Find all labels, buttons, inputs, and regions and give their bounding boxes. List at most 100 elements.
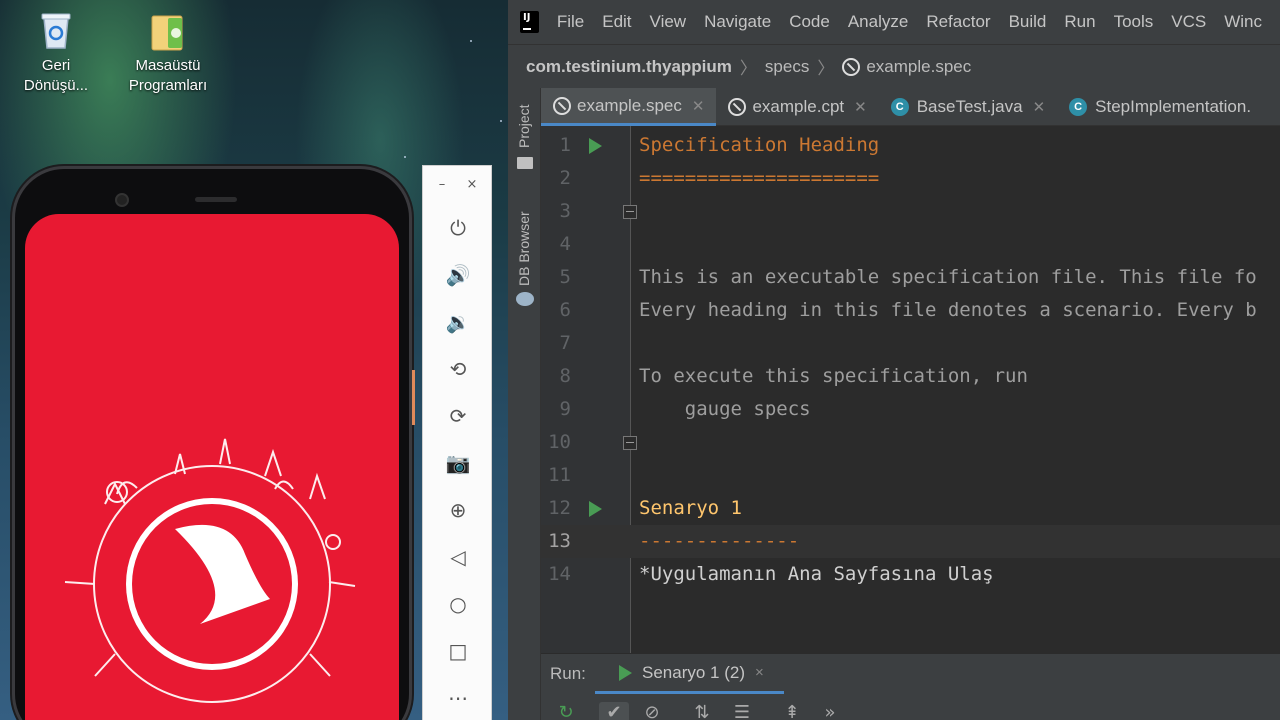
zoom-button[interactable]: ⊕ (423, 486, 493, 533)
tab-example-spec[interactable]: example.spec ✕ (541, 88, 717, 126)
desktop-icon-programs-folder[interactable]: Masaüstü Programları (120, 8, 216, 96)
run-icon (619, 664, 632, 681)
close-icon[interactable]: ✕ (1033, 98, 1046, 116)
rotate-right-icon: ⟳ (449, 403, 467, 428)
fold-icon[interactable] (623, 436, 637, 450)
menu-analyze[interactable]: Analyze (848, 12, 908, 32)
menu-run[interactable]: Run (1064, 12, 1095, 32)
fold-icon[interactable] (623, 205, 637, 219)
code-line[interactable]: 4 (541, 228, 1280, 261)
code-line[interactable]: 2 ===================== (541, 162, 1280, 195)
tab-label: example.spec (577, 95, 682, 115)
back-icon: ◁ (450, 544, 466, 569)
code-line[interactable]: 11 (541, 459, 1280, 492)
tool-window-strip: Project DB Browser (508, 88, 541, 720)
project-tool-button[interactable]: Project (516, 104, 532, 148)
db-browser-tool-button[interactable]: DB Browser (516, 211, 532, 286)
menu-window[interactable]: Winc (1224, 12, 1262, 32)
home-button[interactable]: ○ (423, 580, 493, 627)
code-text: Every heading in this file denotes a sce… (639, 299, 1257, 321)
folder-icon (146, 8, 190, 52)
rotate-left-button[interactable]: ⟲ (423, 345, 493, 392)
code-line[interactable]: 1 Specification Heading (541, 129, 1280, 162)
line-number: 8 (559, 365, 571, 387)
code-line[interactable]: 6 Every heading in this file denotes a sc… (541, 294, 1280, 327)
collapse-all-icon[interactable]: ⇞ (777, 702, 807, 720)
close-button[interactable]: × (465, 177, 479, 192)
more-tools-icon[interactable]: » (815, 702, 845, 720)
app-splash-screen[interactable] (25, 214, 399, 720)
breadcrumb-folder[interactable]: specs (765, 57, 809, 77)
code-line[interactable]: 12 Senaryo 1 (541, 492, 1280, 525)
breadcrumb-separator: 〉 (817, 59, 835, 78)
code-line[interactable]: 14 *Uygulamanın Ana Sayfasına Ulaş (541, 558, 1280, 591)
power-button[interactable]: ⏻ (423, 204, 493, 251)
menu-code[interactable]: Code (789, 12, 830, 32)
close-icon[interactable]: ✕ (854, 98, 867, 116)
desktop-icon-recycle-bin[interactable]: Geri Dönüşü... (8, 8, 104, 96)
power-icon: ⏻ (450, 215, 466, 240)
close-icon[interactable]: ✕ (692, 97, 705, 115)
rerun-icon[interactable]: ↻ (551, 702, 581, 720)
run-tool-window: Run: Senaryo 1 (2) × ↻ ✔ ⊘ ⇅ ☰ ⇞ » (541, 653, 1280, 720)
more-icon: ⋯ (448, 685, 468, 710)
run-gutter-icon[interactable] (589, 501, 602, 517)
line-number: 10 (548, 431, 571, 453)
breadcrumb: com.testinium.thyappium 〉 specs 〉 exampl… (508, 44, 1280, 88)
rotate-right-button[interactable]: ⟳ (423, 392, 493, 439)
line-number: 2 (559, 167, 571, 189)
run-gutter-icon[interactable] (589, 138, 602, 154)
menu-vcs[interactable]: VCS (1171, 12, 1206, 32)
breadcrumb-project[interactable]: com.testinium.thyappium (526, 57, 732, 77)
tab-example-cpt[interactable]: example.cpt ✕ (716, 88, 878, 126)
code-line[interactable]: 3 (541, 195, 1280, 228)
menu-edit[interactable]: Edit (602, 12, 631, 32)
desktop-icon-label: Masaüstü Programları (128, 57, 208, 94)
run-config-tab[interactable]: Senaryo 1 (2) × (595, 654, 784, 694)
code-line[interactable]: 10 (541, 426, 1280, 459)
camera-icon: 📷 (445, 450, 471, 475)
tab-stepimplementation[interactable]: C StepImplementation. (1057, 88, 1263, 126)
code-line[interactable]: 9 gauge specs (541, 393, 1280, 426)
show-passed-icon[interactable]: ✔ (599, 702, 629, 720)
code-line[interactable]: 13 -------------- (541, 525, 1280, 558)
menu-build[interactable]: Build (1009, 12, 1047, 32)
menu-refactor[interactable]: Refactor (926, 12, 990, 32)
screenshot-button[interactable]: 📷 (423, 439, 493, 486)
code-editor[interactable]: 1 Specification Heading 2 =================… (541, 126, 1280, 653)
code-line[interactable]: 7 (541, 327, 1280, 360)
code-text: ===================== (639, 167, 880, 189)
menu-tools[interactable]: Tools (1114, 12, 1154, 32)
tab-basetest-java[interactable]: C BaseTest.java ✕ (879, 88, 1057, 126)
java-class-icon: C (1069, 98, 1088, 116)
star (404, 156, 406, 158)
menu-file[interactable]: File (557, 12, 584, 32)
overview-icon: □ (448, 638, 468, 663)
overview-button[interactable]: □ (423, 627, 493, 674)
line-number: 5 (559, 266, 571, 288)
menu-view[interactable]: View (650, 12, 687, 32)
menu-navigate[interactable]: Navigate (704, 12, 771, 32)
code-text: Senaryo 1 (639, 497, 742, 519)
desktop-icon-label: Geri Dönüşü... (23, 57, 89, 94)
close-icon[interactable]: × (755, 664, 764, 681)
run-toolbar: ↻ ✔ ⊘ ⇅ ☰ ⇞ » (541, 700, 1280, 720)
more-button[interactable]: ⋯ (423, 674, 493, 720)
code-text: This is an executable specification file… (639, 266, 1257, 288)
line-number: 6 (559, 299, 571, 321)
show-ignored-icon[interactable]: ⊘ (637, 702, 667, 720)
breadcrumb-file[interactable]: example.spec (866, 57, 971, 77)
minimize-button[interactable]: – (435, 177, 449, 192)
tab-label: StepImplementation. (1095, 97, 1252, 116)
volume-down-button[interactable]: 🔉 (423, 298, 493, 345)
volume-up-button[interactable]: 🔊 (423, 251, 493, 298)
line-number: 4 (559, 233, 571, 255)
line-number: 14 (548, 563, 571, 585)
back-button[interactable]: ◁ (423, 533, 493, 580)
code-text: -------------- (639, 530, 800, 552)
sort-alphabetically-icon[interactable]: ⇅ (687, 702, 717, 720)
code-line[interactable]: 8 To execute this specification, run (541, 360, 1280, 393)
code-line[interactable]: 5 This is an executable specification fil… (541, 261, 1280, 294)
line-number: 1 (559, 134, 571, 156)
sort-by-duration-icon[interactable]: ☰ (727, 702, 757, 720)
